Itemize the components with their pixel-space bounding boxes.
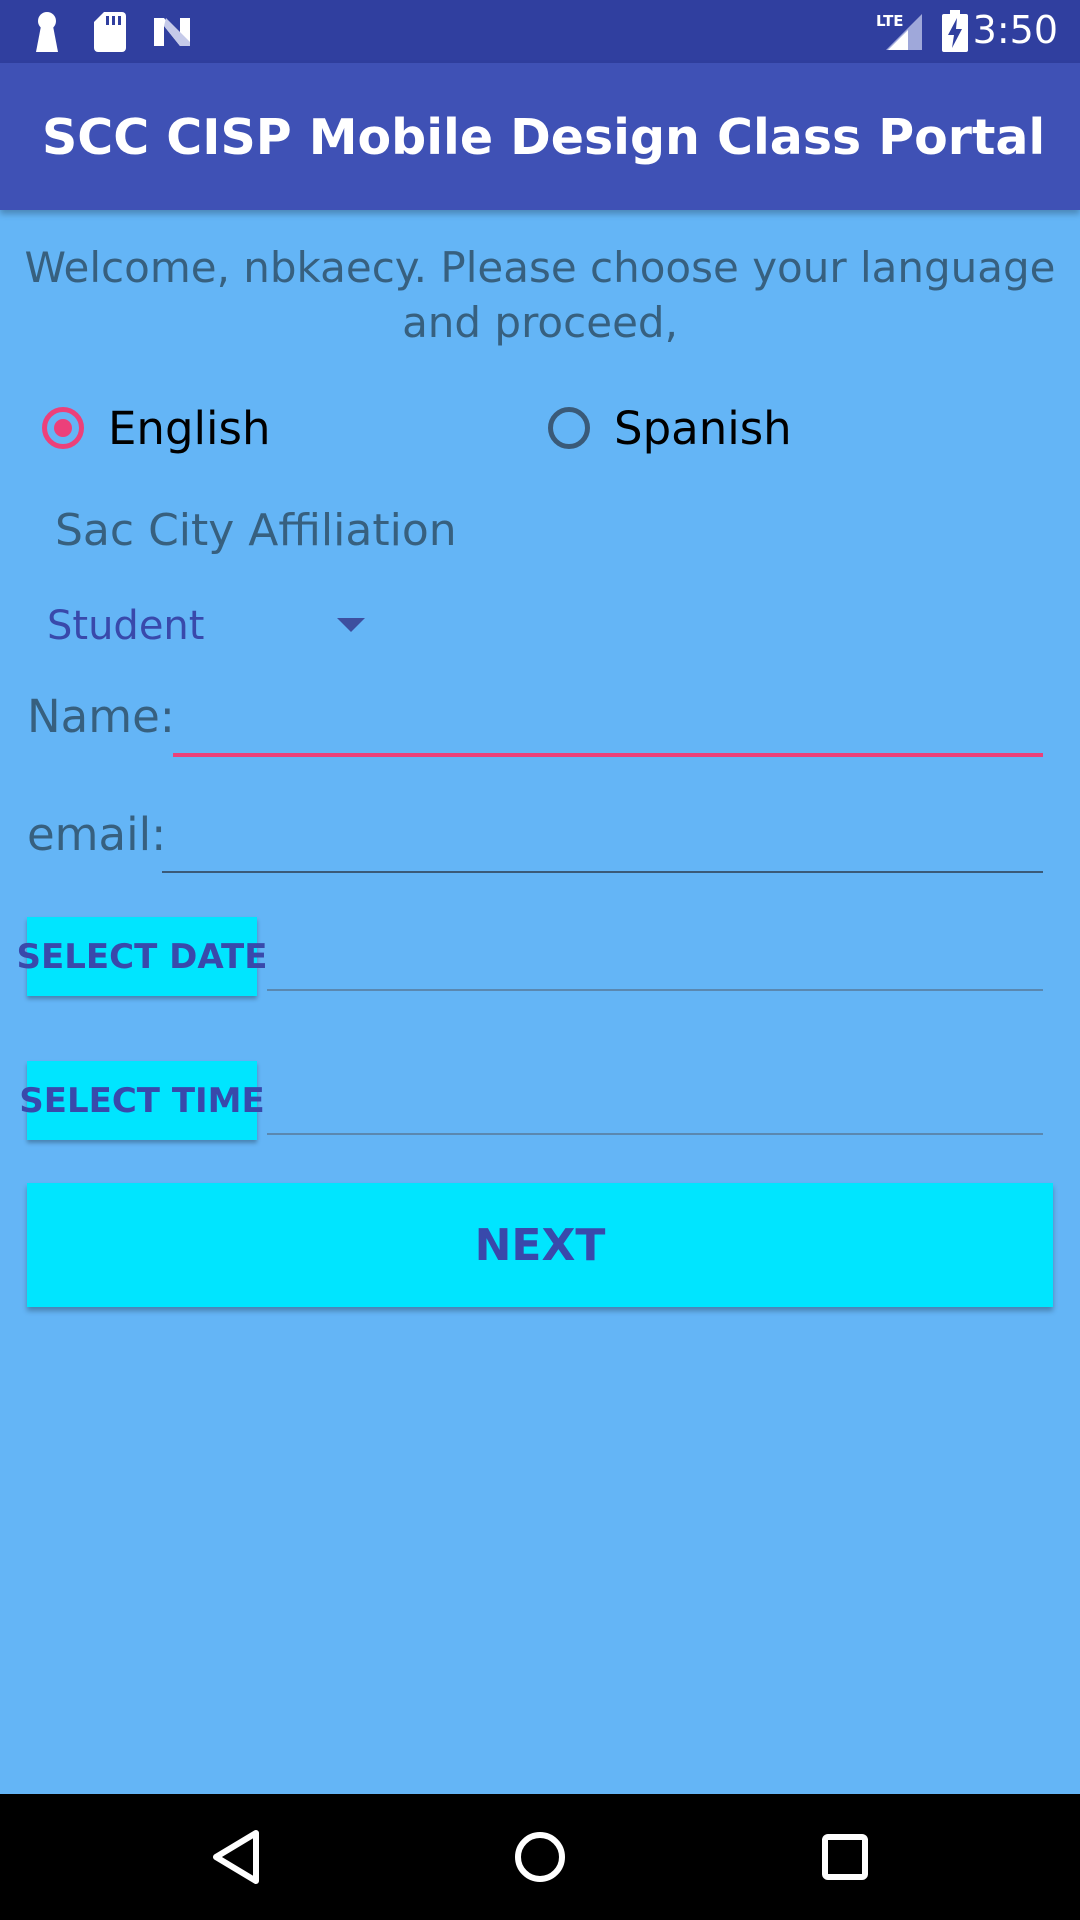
email-input[interactable] (162, 805, 1043, 869)
radio-unchecked-icon[interactable] (548, 407, 590, 449)
affiliation-label: Sac City Affiliation (55, 505, 457, 556)
app-bar: SCC CISP Mobile Design Class Portal (0, 63, 1080, 210)
email-label: email: (27, 808, 167, 861)
navigation-bar (0, 1794, 1080, 1920)
affiliation-spinner[interactable]: Student (47, 596, 367, 656)
welcome-line-2: and proceed, (402, 298, 678, 347)
select-date-button[interactable]: SELECT DATE (17, 917, 267, 996)
dropdown-arrow-icon (337, 618, 365, 632)
radio-spanish[interactable]: Spanish (548, 398, 792, 458)
radio-spanish-label: Spanish (614, 401, 792, 455)
clock: 3:50 (972, 8, 1058, 52)
affiliation-selected: Student (47, 603, 205, 649)
radio-english-label: English (108, 401, 271, 455)
back-icon[interactable] (210, 1829, 262, 1885)
radio-checked-icon[interactable] (42, 407, 84, 449)
next-button[interactable]: NEXT (27, 1183, 1053, 1307)
recents-icon[interactable] (820, 1829, 870, 1885)
name-label: Name: (27, 690, 175, 743)
date-underline (267, 989, 1043, 991)
sd-card-icon (94, 12, 126, 52)
time-underline (267, 1133, 1043, 1135)
select-time-button[interactable]: SELECT TIME (19, 1061, 265, 1140)
radio-english[interactable]: English (42, 398, 271, 458)
email-underline (162, 871, 1043, 873)
name-underline (173, 753, 1043, 757)
n-logo-icon (154, 18, 190, 46)
app-title: SCC CISP Mobile Design Class Portal (42, 109, 1046, 166)
name-input[interactable] (173, 686, 1043, 752)
keyhole-icon (36, 12, 58, 52)
date-field[interactable] (267, 925, 1043, 987)
battery-charging-icon (942, 10, 968, 52)
time-field[interactable] (267, 1069, 1043, 1131)
home-icon[interactable] (513, 1829, 567, 1885)
welcome-message: Welcome, nbkaecy. Please choose your lan… (20, 240, 1060, 350)
lte-signal-icon: LTE (876, 12, 922, 50)
lte-label: LTE (876, 12, 904, 30)
status-bar: LTE 3:50 (0, 0, 1080, 63)
welcome-line-1: Welcome, nbkaecy. Please choose your lan… (24, 243, 1056, 292)
